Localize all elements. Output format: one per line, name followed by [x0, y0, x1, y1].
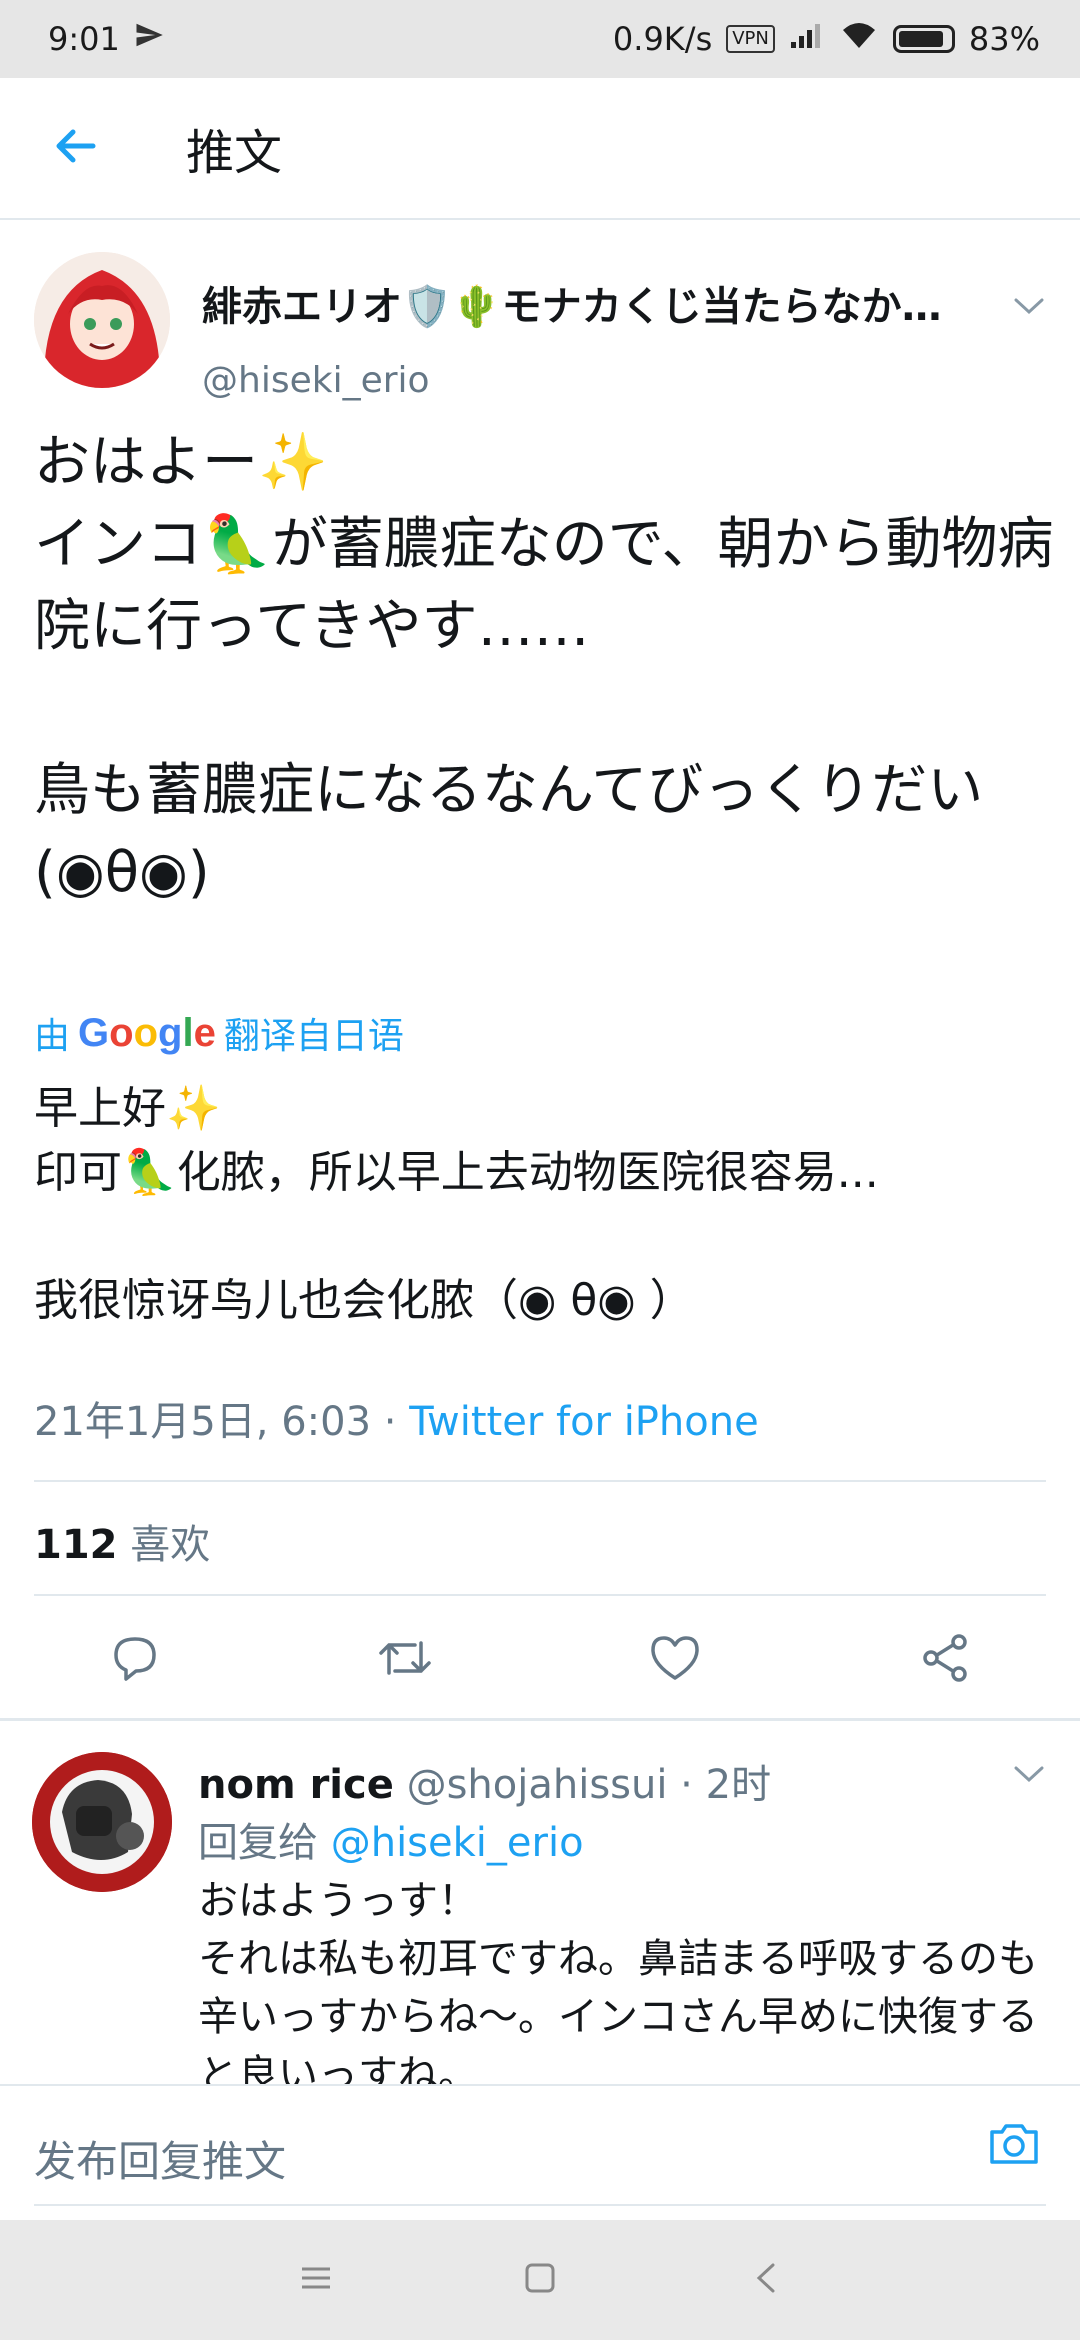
reply-text: おはようっす！ それは私も初耳ですね。鼻詰まる呼吸するのも辛いっすからね〜。イン…: [198, 1872, 1048, 2104]
battery-icon: [892, 25, 955, 53]
back-nav-button[interactable]: [736, 2250, 796, 2310]
tweet-timestamp: 21年1月5日, 6:03 · Twitter for iPhone: [34, 1389, 759, 1447]
translation-paragraph: 我很惊讶鸟儿也会化脓（◉ θ◉ ）: [34, 1275, 694, 1326]
menu-icon: [298, 2263, 334, 2297]
source-link[interactable]: Twitter for iPhone: [409, 1399, 759, 1445]
back-button[interactable]: [0, 77, 150, 219]
tweet-paragraph: 鳥も蓄膿症になるなんてびっくりだい(◉θ◉): [34, 758, 984, 905]
back-arrow-icon: [51, 122, 99, 174]
author-avatar[interactable]: [34, 252, 170, 388]
reply-header: nom rice @shojahissui · 2时: [198, 1752, 771, 1810]
author-name[interactable]: 緋赤エリオ🛡️🌵モナカくじ当たらなか…: [202, 274, 942, 332]
reply-composer: 发布回复推文: [0, 2084, 1080, 2220]
tweet-author: 緋赤エリオ🛡️🌵モナカくじ当たらなか… @hiseki_erio: [34, 252, 1046, 402]
author-handle[interactable]: @hiseki_erio: [202, 360, 430, 401]
status-time: 9:01: [48, 20, 120, 58]
retweet-icon: [377, 1633, 433, 1687]
reply-button[interactable]: [85, 1620, 185, 1700]
vpn-badge: VPN: [726, 25, 775, 53]
status-bar: 9:01 0.9K/s VPN 83%: [0, 0, 1080, 78]
system-nav-bar: [0, 2220, 1080, 2340]
translation-paragraph: 早上好✨ 印可🦜化脓，所以早上去动物医院很容易...: [34, 1083, 879, 1198]
chevron-down-icon: [1012, 298, 1046, 322]
menu-nav-button[interactable]: [286, 2250, 346, 2310]
google-logo: Google: [78, 1010, 216, 1055]
reply-author-name[interactable]: nom rice: [198, 1762, 394, 1808]
comment-icon: [110, 1633, 160, 1687]
battery-percent: 83%: [968, 20, 1040, 58]
reply-to: 回复给 @hiseki_erio: [198, 1810, 584, 1868]
reply-to-mention[interactable]: @hiseki_erio: [331, 1820, 584, 1866]
section-divider: [0, 1718, 1080, 1721]
translated-text: 早上好✨ 印可🦜化脓，所以早上去动物医院很容易... 我很惊讶鸟儿也会化脓（◉ …: [34, 1077, 1054, 1333]
reply-avatar[interactable]: [32, 1752, 172, 1892]
heart-icon: [649, 1634, 701, 1686]
signal-icon: [789, 20, 825, 58]
home-nav-button[interactable]: [510, 2250, 570, 2310]
tweet-menu-button[interactable]: [1012, 294, 1046, 322]
timestamp-text: 21年1月5日, 6:03 ·: [34, 1399, 410, 1445]
retweet-button[interactable]: [355, 1620, 455, 1700]
reply-input[interactable]: 发布回复推文: [34, 2128, 286, 2189]
camera-button[interactable]: [982, 2114, 1046, 2178]
divider: [34, 1594, 1046, 1596]
app-bar: 推文: [0, 78, 1080, 220]
home-icon: [523, 2261, 557, 2299]
like-button[interactable]: [625, 1620, 725, 1700]
send-icon: [134, 20, 164, 58]
reply-author-handle[interactable]: @shojahissui: [407, 1762, 668, 1808]
reply-body: おはようっす！ それは私も初耳ですね。鼻詰まる呼吸するのも辛いっすからね〜。イン…: [198, 1878, 1038, 2098]
reply-menu-button[interactable]: [1012, 1762, 1046, 1790]
chevron-down-icon: [1012, 1766, 1046, 1790]
divider: [34, 1480, 1046, 1482]
composer-underline: [34, 2204, 1046, 2206]
camera-icon: [986, 2120, 1042, 2172]
share-button[interactable]: [895, 1620, 995, 1700]
tweet-actions: [0, 1620, 1080, 1720]
reply-to-label: 回复给: [198, 1820, 331, 1866]
share-icon: [919, 1632, 971, 1688]
translate-link[interactable]: 由 Google 翻译自日语: [34, 1007, 404, 1059]
likes-label: 喜欢: [117, 1522, 211, 1568]
page-title: 推文: [186, 125, 283, 181]
tweet-text: おはよー✨ インコ🦜が蓄膿症なので、朝から動物病院に行ってきやす…… 鳥も蓄膿症…: [34, 422, 1054, 914]
reply-tweet[interactable]: nom rice @shojahissui · 2时 回复给 @hiseki_e…: [0, 1722, 1080, 2098]
back-icon: [751, 2261, 781, 2299]
translate-suffix: 翻译自日语: [223, 1016, 404, 1057]
translate-prefix: 由: [34, 1016, 71, 1057]
wifi-icon: [839, 20, 879, 58]
reply-time: · 2时: [667, 1762, 772, 1808]
likes-count[interactable]: 112 喜欢: [34, 1512, 210, 1570]
tweet-paragraph: おはよー✨ インコ🦜が蓄膿症なので、朝から動物病院に行ってきやす……: [34, 430, 1054, 659]
likes-number: 112: [34, 1522, 118, 1568]
net-speed: 0.9K/s: [612, 20, 713, 58]
